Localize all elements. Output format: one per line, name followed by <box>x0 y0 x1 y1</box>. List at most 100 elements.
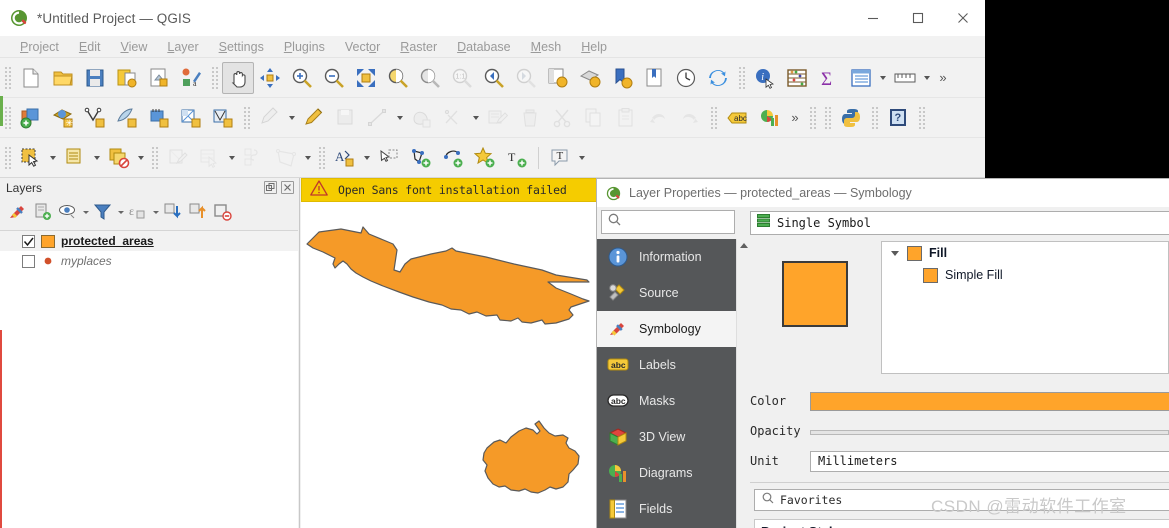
layer-visibility-checkbox[interactable] <box>22 254 35 268</box>
symbol-tree-row-simple-fill[interactable]: Simple Fill <box>882 264 1168 286</box>
menu-item-database[interactable]: Database <box>447 36 521 58</box>
select-by-location-icon[interactable] <box>270 142 302 174</box>
toolbar-handle[interactable] <box>3 64 12 91</box>
collapse-all-icon[interactable] <box>186 200 210 224</box>
deselect-dropdown-arrow-icon[interactable] <box>135 142 147 174</box>
add-feature-dropdown-arrow-icon[interactable] <box>394 102 406 134</box>
new-project-icon[interactable] <box>15 62 47 94</box>
open-project-icon[interactable] <box>47 62 79 94</box>
map-canvas[interactable] <box>301 202 596 528</box>
nav-item-labels[interactable]: abc Labels <box>597 347 736 383</box>
new-spatial-bookmark-icon[interactable] <box>606 62 638 94</box>
copy-features-icon[interactable] <box>578 102 610 134</box>
vertex-tool-dropdown-arrow-icon[interactable] <box>470 102 482 134</box>
add-line-node-icon[interactable] <box>437 142 469 174</box>
text-annotation-icon[interactable]: T <box>544 142 576 174</box>
modify-attributes-icon[interactable] <box>482 102 514 134</box>
temporal-controller-icon[interactable] <box>670 62 702 94</box>
data-source-manager-icon[interactable] <box>15 102 47 134</box>
nav-item-symbology[interactable]: Symbology <box>597 311 736 347</box>
opacity-slider[interactable] <box>810 427 1169 436</box>
zoom-out-icon[interactable] <box>318 62 350 94</box>
show-bookmarks-icon[interactable] <box>638 62 670 94</box>
minimize-button[interactable] <box>850 0 895 36</box>
attribute-table-dropdown-arrow-icon[interactable] <box>877 62 889 94</box>
toolbar-overflow-button[interactable]: » <box>933 62 953 94</box>
nav-scrollbar[interactable] <box>736 239 750 528</box>
menu-item-view[interactable]: View <box>110 36 157 58</box>
nav-item-diagrams[interactable]: Diagrams <box>597 455 736 491</box>
maximize-button[interactable] <box>895 0 940 36</box>
open-attribute-table-icon[interactable] <box>845 62 877 94</box>
undo-icon[interactable] <box>642 102 674 134</box>
add-point-node-icon[interactable] <box>469 142 501 174</box>
manage-layer-visibility-icon[interactable] <box>56 200 80 224</box>
add-text-annotation-icon[interactable]: T <box>501 142 533 174</box>
renderer-type-combobox[interactable]: Single Symbol <box>750 211 1169 235</box>
deselect-features-icon[interactable] <box>103 142 135 174</box>
layers-tree[interactable]: protected_areas myplaces <box>0 230 298 528</box>
layer-visibility-checkbox[interactable] <box>22 234 35 248</box>
toolbar-handle[interactable] <box>917 104 926 131</box>
nav-item-3d-view[interactable]: 3D View <box>597 419 736 455</box>
add-wms-layer-icon[interactable] <box>175 102 207 134</box>
nav-item-information[interactable]: Information <box>597 239 736 275</box>
menu-item-project[interactable]: Project <box>10 36 69 58</box>
menu-item-layer[interactable]: Layer <box>157 36 208 58</box>
annotation-dropdown-arrow-icon[interactable] <box>576 142 588 174</box>
toolbar-handle[interactable] <box>3 144 12 171</box>
open-layer-styling-icon[interactable] <box>6 200 30 224</box>
delete-selected-icon[interactable] <box>514 102 546 134</box>
toolbar-handle[interactable] <box>808 104 817 131</box>
style-favorites-search[interactable]: Favorites <box>754 489 1169 511</box>
settings-search-box[interactable] <box>601 210 735 234</box>
new-map-view-icon[interactable] <box>542 62 574 94</box>
add-vector-tile-layer-icon[interactable] <box>207 102 239 134</box>
toolbar-handle[interactable] <box>242 104 251 131</box>
menu-item-edit[interactable]: Edit <box>69 36 111 58</box>
symbol-layer-tree[interactable]: Fill Simple Fill <box>881 241 1169 374</box>
zoom-native-icon[interactable]: 1:1 <box>446 62 478 94</box>
add-polygon-node-icon[interactable] <box>405 142 437 174</box>
save-project-as-icon[interactable] <box>111 62 143 94</box>
zoom-next-icon[interactable] <box>510 62 542 94</box>
identify-features-icon[interactable]: i <box>749 62 781 94</box>
measure-line-icon[interactable] <box>889 62 921 94</box>
new-3d-map-view-icon[interactable] <box>574 62 606 94</box>
expression-filter-dropdown-arrow-icon[interactable] <box>151 200 160 224</box>
select-by-expression-icon[interactable] <box>194 142 226 174</box>
nav-item-fields[interactable]: Fields <box>597 491 736 527</box>
zoom-to-layer-icon[interactable] <box>414 62 446 94</box>
expression-dropdown-arrow-icon[interactable] <box>226 142 238 174</box>
pan-to-selection-icon[interactable] <box>254 62 286 94</box>
add-delimited-text-layer-icon[interactable] <box>143 102 175 134</box>
zoom-last-icon[interactable] <box>478 62 510 94</box>
select-features-icon[interactable] <box>15 142 47 174</box>
nav-item-masks[interactable]: abc Masks <box>597 383 736 419</box>
menu-item-mesh[interactable]: Mesh <box>521 36 572 58</box>
pin-labels-icon[interactable] <box>373 142 405 174</box>
add-mesh-layer-icon[interactable] <box>111 102 143 134</box>
python-console-icon[interactable] <box>835 102 867 134</box>
toolbar-handle[interactable] <box>210 64 219 91</box>
current-edits-dropdown-arrow-icon[interactable] <box>286 102 298 134</box>
menu-item-settings[interactable]: Settings <box>209 36 274 58</box>
toolbar-handle[interactable] <box>823 104 832 131</box>
chevron-down-icon[interactable] <box>890 251 900 256</box>
toolbar-handle[interactable] <box>3 104 12 131</box>
refresh-icon[interactable] <box>702 62 734 94</box>
menu-item-raster[interactable]: Raster <box>390 36 447 58</box>
measure-dropdown-arrow-icon[interactable] <box>921 62 933 94</box>
filter-legend-icon[interactable] <box>91 200 115 224</box>
unit-combobox[interactable]: Millimeters <box>810 450 1169 472</box>
select-by-form-icon[interactable] <box>238 142 270 174</box>
paste-features-icon[interactable] <box>610 102 642 134</box>
open-table-icon[interactable] <box>59 142 91 174</box>
cut-features-icon[interactable] <box>546 102 578 134</box>
select-dropdown-arrow-icon[interactable] <box>47 142 59 174</box>
nav-item-source[interactable]: Source <box>597 275 736 311</box>
save-layer-edits-icon[interactable] <box>330 102 362 134</box>
zoom-full-icon[interactable] <box>350 62 382 94</box>
show-labels-icon[interactable]: abc <box>721 102 753 134</box>
statistical-summary-icon[interactable] <box>781 62 813 94</box>
